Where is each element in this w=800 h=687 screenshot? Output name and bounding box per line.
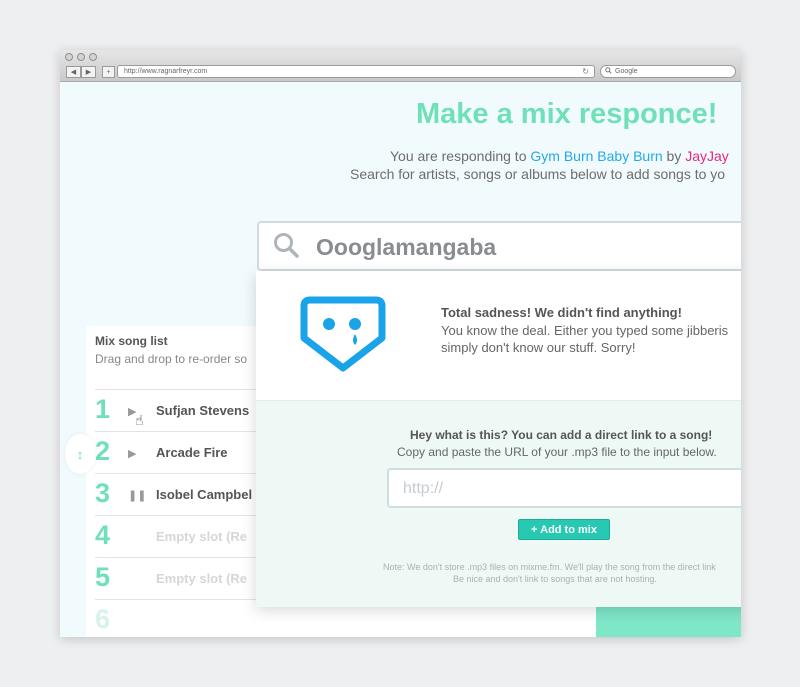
by-word: by (666, 148, 682, 164)
mp3-url-input[interactable]: http:// (387, 468, 741, 508)
browser-window: ◀ ▶ + http://www.ragnarfreyr.com ↻ Googl… (60, 50, 741, 637)
search-placeholder: Google (615, 68, 638, 75)
sad-face-icon (300, 296, 386, 372)
close-window-button[interactable] (65, 53, 73, 61)
row-number: 1 (95, 394, 111, 424)
page-title: Make a mix responce! (416, 98, 718, 130)
pause-icon[interactable]: ❚❚ (128, 489, 146, 502)
back-icon: ◀ (70, 69, 77, 76)
browser-toolbar: ◀ ▶ + http://www.ragnarfreyr.com ↻ Googl… (60, 50, 741, 82)
row-number: 4 (95, 520, 111, 550)
search-results-dropdown: Total sadness! We didn't find anything! … (256, 271, 741, 607)
row-number: 2 (95, 436, 111, 466)
plus-icon: + (106, 68, 111, 76)
responding-line: You are responding to Gym Burn Baby Burn… (390, 148, 729, 164)
play-icon[interactable]: ▶ (128, 447, 136, 460)
url-text: http://www.ragnarfreyr.com (124, 68, 208, 75)
not-found-message: You know the deal. Either you typed some… (441, 322, 728, 356)
add-to-mix-button[interactable]: + Add to mix (518, 519, 610, 540)
url-placeholder: http:// (403, 480, 444, 497)
mix-list-subtitle: Drag and drop to re-order so (95, 352, 248, 366)
song-title: Arcade Fire (156, 445, 228, 460)
address-bar[interactable]: http://www.ragnarfreyr.com ↻ (117, 65, 595, 78)
song-search-input[interactable]: Oooglamangaba (257, 221, 741, 271)
row-number: 3 (95, 478, 111, 508)
decorative-strip (576, 607, 741, 637)
direct-link-title: Hey what is this? You can add a direct l… (410, 428, 713, 442)
not-found-title: Total sadness! We didn't find anything! (441, 305, 682, 320)
reload-icon[interactable]: ↻ (582, 66, 589, 77)
drag-handle[interactable]: ↕ (65, 434, 95, 474)
back-button[interactable]: ◀ (66, 66, 81, 78)
row-number: 6 (95, 604, 111, 634)
search-icon (605, 67, 612, 74)
instructions-text: Search for artists, songs or albums belo… (350, 166, 726, 182)
note-line-1: Note: We don't store .mp3 files on mixme… (383, 562, 716, 572)
not-found-line-1: You know the deal. Either you typed some… (441, 323, 729, 338)
responding-prefix: You are responding to (390, 148, 527, 164)
hosting-note: Note: We don't store .mp3 files on mixme… (383, 561, 716, 585)
direct-link-subtitle: Copy and paste the URL of your .mp3 file… (397, 445, 717, 459)
song-title: Isobel Campbel (156, 487, 253, 502)
drag-handle-icon: ↕ (76, 446, 84, 462)
empty-slot-label: Empty slot (Re (156, 571, 248, 586)
add-bookmark-button[interactable]: + (102, 66, 115, 78)
mix-name-link[interactable]: Gym Burn Baby Burn (530, 148, 662, 164)
empty-slot-label: Empty slot (Re (156, 529, 248, 544)
browser-search-field[interactable]: Google (600, 65, 736, 78)
not-found-line-2: simply don't know our stuff. Sorry! (441, 340, 636, 355)
row-number: 5 (95, 562, 111, 592)
note-line-2: Be nice and don't link to songs that are… (453, 574, 657, 584)
minimize-window-button[interactable] (77, 53, 85, 61)
search-query-text: Oooglamangaba (316, 234, 497, 260)
author-link[interactable]: JayJay (685, 148, 729, 164)
forward-icon: ▶ (85, 69, 92, 76)
mix-list-title: Mix song list (95, 334, 168, 348)
search-icon (274, 233, 299, 258)
forward-button[interactable]: ▶ (81, 66, 96, 78)
song-title: Sufjan Stevens (156, 403, 250, 418)
zoom-window-button[interactable] (89, 53, 97, 61)
hand-cursor-icon: ☝ (135, 412, 144, 428)
